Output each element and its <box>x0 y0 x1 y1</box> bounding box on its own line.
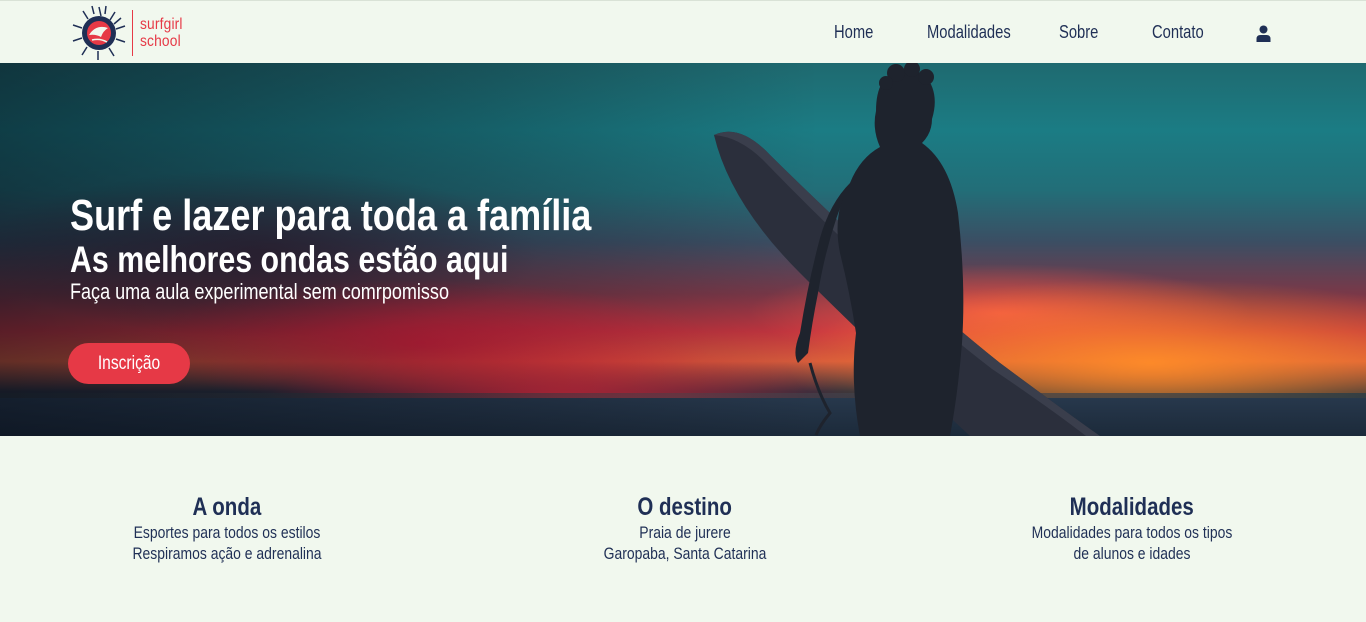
feature-text-line: Modalidades para todos os tipos <box>1031 523 1233 542</box>
feature-text-line: Esportes para todos os estilos <box>133 523 321 542</box>
feature-title: Modalidades <box>1069 493 1195 521</box>
feature-text-line: Praia de jurere <box>639 523 731 542</box>
nav-sobre[interactable]: Sobre <box>1059 22 1098 43</box>
hero-title: Surf e lazer para toda a família <box>70 191 592 240</box>
feature-text-line: de alunos e idades <box>1073 544 1191 563</box>
feature-text-line: Respiramos ação e adrenalina <box>132 544 322 563</box>
signup-button[interactable]: Inscrição <box>68 343 190 384</box>
surf-logo-icon <box>72 5 126 60</box>
brand-name: surfgirl school <box>140 16 183 50</box>
site-header: surfgirl school Home Modalidades Sobre C… <box>0 0 1366 63</box>
brand-name-line2: school <box>140 33 181 50</box>
nav-home[interactable]: Home <box>834 22 873 43</box>
feature-o-destino: O destino Praia de jurere Garopaba, Sant… <box>525 492 845 564</box>
feature-modalidades: Modalidades Modalidades para todos os ti… <box>972 492 1292 564</box>
user-icon[interactable] <box>1256 25 1271 42</box>
hero-tagline: Faça uma aula experimental sem comrpomis… <box>70 279 449 304</box>
feature-a-onda: A onda Esportes para todos os estilos Re… <box>67 492 387 564</box>
surfer-silhouette-image <box>714 63 1100 436</box>
hero-subtitle: As melhores ondas estão aqui <box>70 239 509 280</box>
signup-button-label: Inscrição <box>97 352 161 374</box>
logo-divider <box>132 10 133 56</box>
feature-text-line: Garopaba, Santa Catarina <box>603 544 767 563</box>
brand-logo[interactable]: surfgirl school <box>70 4 190 62</box>
nav-contato[interactable]: Contato <box>1152 22 1204 43</box>
feature-title: A onda <box>192 493 262 521</box>
brand-name-line1: surfgirl <box>140 16 183 33</box>
hero-banner: Surf e lazer para toda a família As melh… <box>0 63 1366 436</box>
nav-modalidades[interactable]: Modalidades <box>927 22 1011 43</box>
feature-title: O destino <box>637 493 733 521</box>
